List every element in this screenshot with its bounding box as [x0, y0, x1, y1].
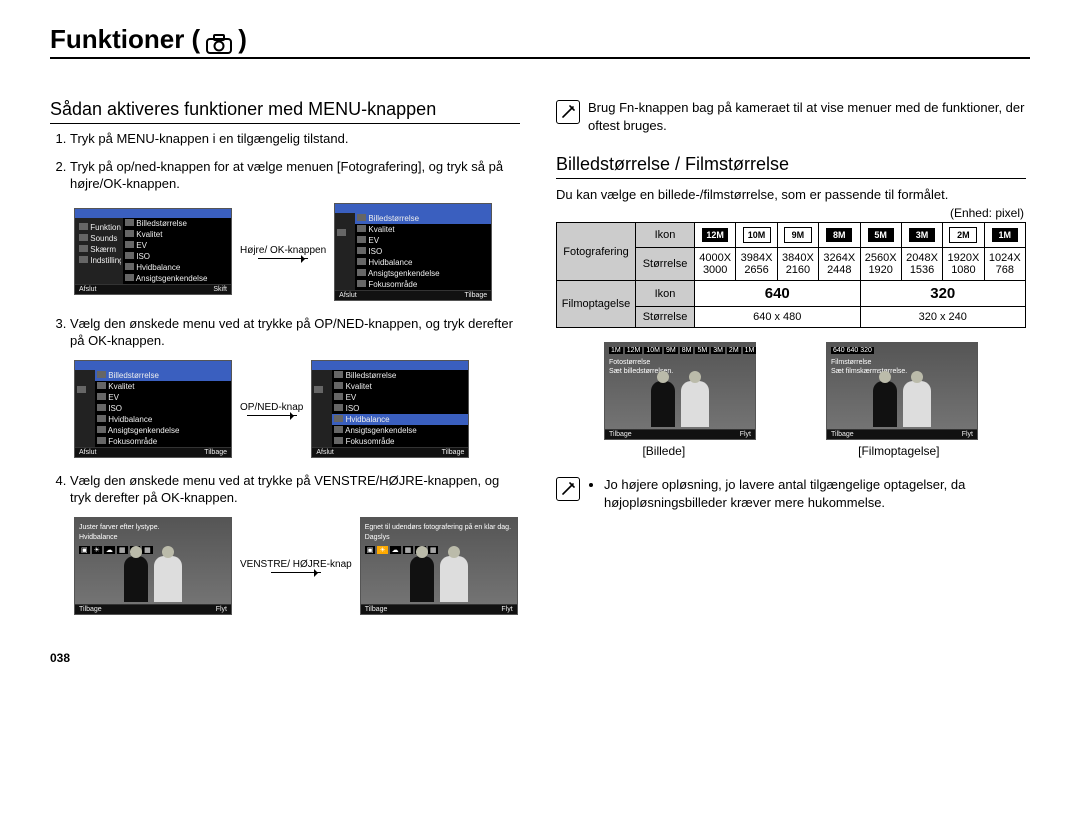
note-icon — [556, 100, 580, 124]
resolution-note-text: Jo højere opløsning, jo lavere antal til… — [588, 476, 1026, 513]
screens-row-3: Juster farver efter lystype. Hvidbalance… — [74, 517, 520, 615]
screens-row-1: Funktioner Sounds Skærm Indstillinger Bi… — [74, 203, 520, 301]
right-heading: Billedstørrelse / Filmstørrelse — [556, 154, 1026, 179]
mp-12m-icon: 12M — [702, 228, 728, 242]
col-size-head: Størrelse — [636, 248, 695, 281]
camera-icon — [206, 30, 232, 50]
note-icon — [556, 477, 580, 501]
step-1: Tryk på MENU-knappen i en tilgængelig ti… — [70, 130, 520, 148]
page-number: 038 — [50, 651, 1080, 665]
camera-menu-screen: Funktioner Sounds Skærm Indstillinger Bi… — [74, 208, 232, 295]
resolution-note-box: Jo højere opløsning, jo lavere antal til… — [556, 476, 1026, 513]
arrow-up-down: OP/NED-knap — [240, 402, 303, 416]
mp-10m-icon: 10M — [743, 227, 771, 243]
movie-320-icon: 320 — [860, 281, 1026, 307]
row-movie-head: Filmoptagelse — [557, 281, 636, 328]
right-intro: Du kan vælge en billede-/filmstørrelse, … — [556, 187, 1026, 202]
left-heading: Sådan aktiveres funktioner med MENU-knap… — [50, 99, 520, 124]
camera-wb-preview-b: Egnet til udendørs fotografering på en k… — [360, 517, 518, 615]
steps-list-2: Vælg den ønskede menu ved at trykke på O… — [50, 315, 520, 350]
fn-tip-text: Brug Fn-knappen bag på kameraet til at v… — [588, 99, 1026, 134]
photo-size-preview: 1M12M10M9M8M5M3M2M1M Fotostørrelse Sæt b… — [604, 342, 756, 440]
steps-list: Tryk på MENU-knappen i en tilgængelig ti… — [50, 130, 520, 193]
movie-size-preview: 640 640 320 Filmstørrelse Sæt filmskærms… — [826, 342, 978, 440]
movie-640-size: 640 x 480 — [695, 307, 861, 328]
mp-3m-icon: 3M — [909, 228, 935, 242]
size-table: Fotografering Ikon 12M 10M 9M 8M 5M 3M 2… — [556, 222, 1026, 328]
mp-1m-icon: 1M — [992, 228, 1018, 242]
mini-captions: [Billede] [Filmoptagelse] — [556, 444, 1026, 458]
fn-tip-box: Brug Fn-knappen bag på kameraet til at v… — [556, 99, 1026, 134]
row-photo-head: Fotografering — [557, 223, 636, 281]
step-4: Vælg den ønskede menu ved at trykke på V… — [70, 472, 520, 507]
mp-9m-icon: 9M — [784, 227, 812, 243]
mp-2m-icon: 2M — [949, 227, 977, 243]
mp-5m-icon: 5M — [868, 228, 894, 242]
mini-previews: 1M12M10M9M8M5M3M2M1M Fotostørrelse Sæt b… — [556, 342, 1026, 440]
screens-row-2: Billedstørrelse Kvalitet EV ISO Hvidbala… — [74, 360, 520, 458]
movie-640-icon: 640 — [695, 281, 861, 307]
unit-label: (Enhed: pixel) — [556, 206, 1024, 220]
camera-submenu-screen: Billedstørrelse Kvalitet EV ISO Hvidbala… — [334, 203, 492, 301]
caption-photo: [Billede] — [642, 444, 685, 458]
arrow-left-right: VENSTRE/ HØJRE-knap — [240, 559, 352, 573]
col-icon-head: Ikon — [636, 223, 695, 248]
camera-wb-preview-a: Juster farver efter lystype. Hvidbalance… — [74, 517, 232, 615]
mp-8m-icon: 8M — [826, 228, 852, 242]
page-title: Funktioner ( ) — [50, 24, 1080, 55]
camera-submenu-screen-c: Billedstørrelse Kvalitet EV ISO Hvidbala… — [311, 360, 469, 458]
movie-320-size: 320 x 240 — [860, 307, 1026, 328]
camera-submenu-screen-b: Billedstørrelse Kvalitet EV ISO Hvidbala… — [74, 360, 232, 458]
left-column: Sådan aktiveres funktioner med MENU-knap… — [50, 99, 520, 629]
step-3: Vælg den ønskede menu ved at trykke på O… — [70, 315, 520, 350]
step-2: Tryk på op/ned-knappen for at vælge menu… — [70, 158, 520, 193]
caption-movie: [Filmoptagelse] — [858, 444, 939, 458]
right-column: Brug Fn-knappen bag på kameraet til at v… — [556, 99, 1026, 629]
arrow-right-ok: Højre/ OK-knappen — [240, 245, 326, 259]
steps-list-3: Vælg den ønskede menu ved at trykke på V… — [50, 472, 520, 507]
